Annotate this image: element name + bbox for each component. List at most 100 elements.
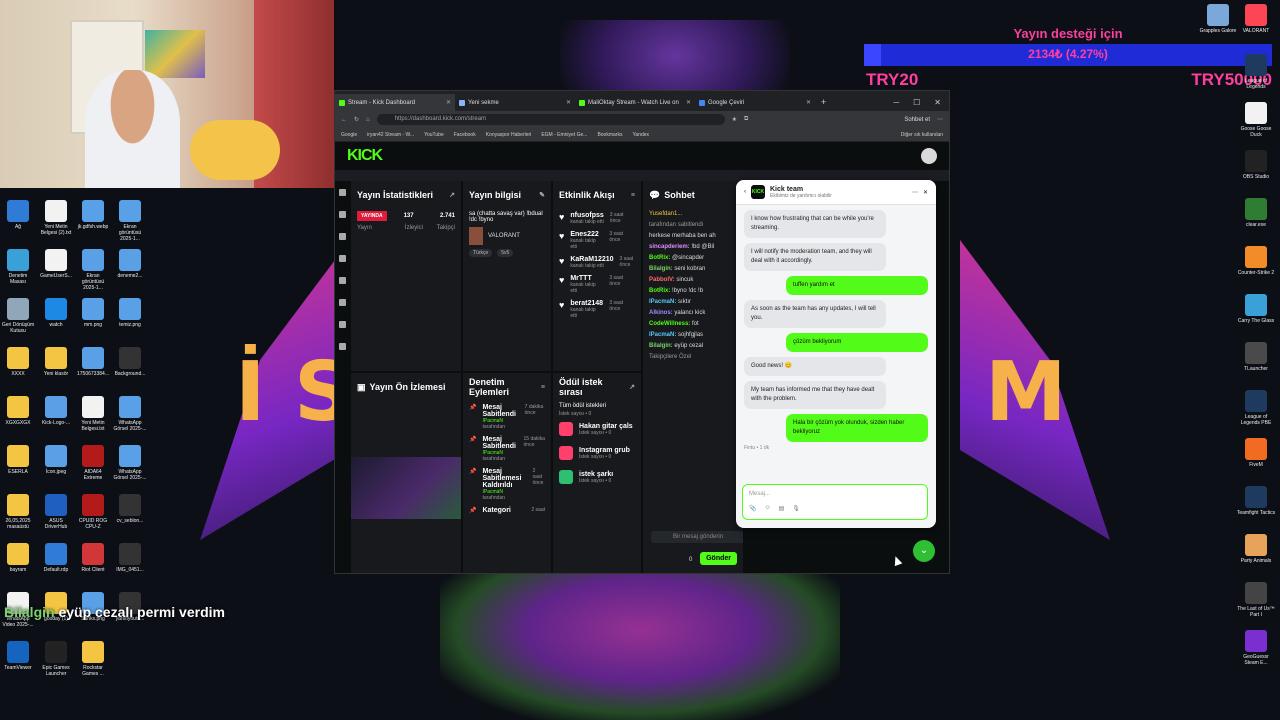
bookmark-item[interactable]: YouTube (424, 132, 444, 138)
desktop-icon[interactable]: XXXX (0, 347, 36, 377)
desktop-icon[interactable]: ESERLA (0, 445, 36, 475)
bookmark-item[interactable]: Google (341, 132, 357, 138)
desktop-icon[interactable]: Ekran görüntüsü 2025-1... (112, 200, 148, 242)
kick-logo[interactable]: KICK (347, 147, 383, 165)
more-icon[interactable]: ⋯ (912, 189, 918, 196)
nav-content-icon[interactable] (338, 277, 346, 284)
tab-malioktay[interactable]: MaliOktay Stream - Watch Live on ✕ (575, 94, 695, 111)
desktop-icon[interactable]: Default.rdp (38, 543, 74, 573)
desktop-icon[interactable]: Rockstar Games ... (75, 641, 111, 677)
desktop-icon[interactable]: Ekran görüntüsü 2025-1... (75, 249, 111, 291)
home-icon[interactable]: ⌂ (366, 117, 370, 123)
chat-username[interactable]: PabboIV: (649, 277, 675, 283)
emoji-icon[interactable]: ☺ (764, 505, 770, 512)
minimize-icon[interactable]: ─ (893, 98, 899, 107)
bookmark-item[interactable]: Bookmarks (597, 132, 622, 138)
bookmark-item[interactable]: EGM - Emniyet Ge... (541, 132, 587, 138)
nav-home-icon[interactable] (338, 189, 346, 196)
desktop-icon[interactable]: GameUserS... (38, 249, 74, 279)
chat-username[interactable]: CodeWillness: (649, 321, 690, 327)
chat-username[interactable]: BotRix: (649, 255, 670, 261)
desktop-icon[interactable]: League of Legends (1236, 54, 1276, 90)
reward-item[interactable]: Hakan gitar çals İstek sayısı • 0 (553, 417, 641, 441)
desktop-icon[interactable]: TLauncher (1236, 342, 1276, 372)
desktop-icon[interactable]: IMG_0451... (112, 543, 148, 573)
chat-username[interactable]: IPacmaN: (649, 299, 676, 305)
bookmark-item[interactable]: Facebook (454, 132, 476, 138)
bookmark-item[interactable]: Konyaspor Haberleri (486, 132, 532, 138)
other-bookmarks[interactable]: Diğer sık kullanılan (901, 132, 943, 138)
desktop-icon[interactable]: Background... (112, 347, 148, 377)
desktop-icon[interactable]: Denetim Masası (0, 249, 36, 285)
desktop-icon[interactable]: Teamfight Tactics (1236, 486, 1276, 516)
menu-icon[interactable]: ⋯ (937, 116, 943, 123)
desktop-icon[interactable]: VALORANT (1236, 4, 1276, 34)
desktop-icon[interactable]: Riot Client (75, 543, 111, 573)
desktop-icon[interactable]: clear.exe (1236, 198, 1276, 228)
desktop-icon[interactable]: Carry The Glass (1236, 294, 1276, 324)
desktop-icon[interactable]: ASUS DriverHub (38, 494, 74, 530)
desktop-icon[interactable]: Goose Goose Duck (1236, 102, 1276, 138)
edit-icon[interactable]: ✎ (539, 191, 545, 199)
bookmark-item[interactable]: iryan42 Stream - W... (367, 132, 414, 138)
gif-icon[interactable]: ▤ (779, 505, 785, 512)
url-field[interactable]: https://dashboard.kick.com/stream (376, 114, 725, 125)
desktop-icon[interactable]: WhatsApp Görsel 2025-... (112, 396, 148, 432)
desktop-icon[interactable]: Ağ (0, 200, 36, 230)
stream-preview-video[interactable] (351, 457, 461, 519)
chat-username[interactable]: Bilalgin: (649, 343, 673, 349)
sohbet-button[interactable]: Sohbet et (904, 117, 930, 123)
support-message-input[interactable]: Mesaj... 📎 ☺ ▤ 🎙 (742, 484, 928, 520)
filter-icon[interactable]: ≡ (541, 384, 545, 391)
filter-icon[interactable]: ≡ (631, 192, 635, 199)
expand-icon[interactable]: ↗ (449, 191, 455, 199)
nav-community-icon[interactable] (338, 255, 346, 262)
desktop-icon[interactable]: Kick-Logo-... (38, 396, 74, 426)
tab-new[interactable]: Yeni sekme ✕ (455, 94, 575, 111)
close-tab-icon[interactable]: ✕ (446, 99, 451, 106)
desktop-icon[interactable]: WhatsApp Görsel 2025-... (112, 445, 148, 481)
desktop-icon[interactable]: temiz.png (112, 298, 148, 328)
extensions-icon[interactable]: ⧉ (744, 116, 748, 123)
close-tab-icon[interactable]: ✕ (806, 99, 811, 106)
reward-item[interactable]: istek şarkı İstek sayısı • 0 (553, 465, 641, 489)
desktop-icon[interactable]: GeoGuessr Steam E... (1236, 630, 1276, 666)
desktop-icon[interactable]: Epic Games Launcher (38, 641, 74, 677)
desktop-icon[interactable]: Counter-Strike 2 (1236, 246, 1276, 276)
bookmark-item[interactable]: Yandex (632, 132, 649, 138)
nav-settings-icon[interactable] (338, 343, 346, 350)
chat-username[interactable]: Alkinos: (649, 310, 673, 316)
desktop-icon[interactable]: 1750673384... (75, 347, 111, 377)
tab-kick-dashboard[interactable]: Stream - Kick Dashboard ✕ (335, 94, 455, 111)
desktop-icon[interactable]: XGXGXGX (0, 396, 36, 426)
desktop-icon[interactable]: AIDA64 Extreme (75, 445, 111, 481)
close-tab-icon[interactable]: ✕ (686, 99, 691, 106)
desktop-icon[interactable]: Geri Dönüşüm Kutusu (0, 298, 36, 334)
desktop-icon[interactable]: The Last of Us™ Part I (1236, 582, 1276, 618)
desktop-icon[interactable]: CPUID ROG CPU-Z (75, 494, 111, 530)
support-launcher-button[interactable]: ⌄ (913, 540, 935, 562)
chat-username[interactable]: BotRix: (649, 288, 670, 294)
close-tab-icon[interactable]: ✕ (566, 99, 571, 106)
desktop-icon[interactable]: Yeni Metin Belgesi.txt (75, 396, 111, 432)
desktop-icon[interactable]: TeamViewer (0, 641, 36, 671)
attach-icon[interactable]: 📎 (749, 505, 756, 512)
desktop-icon[interactable]: cv_seblon... (112, 494, 148, 524)
reward-item[interactable]: Instagram grub İstek sayısı • 0 (553, 441, 641, 465)
nav-tools-icon[interactable] (338, 299, 346, 306)
desktop-icon[interactable]: jk.gdfsh.webp (75, 200, 111, 230)
reload-icon[interactable]: ↻ (354, 116, 359, 123)
back-icon[interactable]: ‹ (744, 189, 746, 195)
desktop-icon[interactable]: watch (38, 298, 74, 328)
back-icon[interactable]: ← (341, 117, 347, 123)
star-icon[interactable]: ★ (732, 116, 737, 123)
chat-username[interactable]: sincapderiem: (649, 244, 690, 250)
send-button[interactable]: Gönder (700, 552, 737, 565)
tab-google-translate[interactable]: Google Çeviri ✕ (695, 94, 815, 111)
nav-users-icon[interactable] (338, 321, 346, 328)
desktop-icon[interactable]: Party Animals (1236, 534, 1276, 564)
maximize-icon[interactable]: ☐ (913, 98, 920, 107)
desktop-icon[interactable]: deneme2... (112, 249, 148, 279)
close-window-icon[interactable]: ✕ (934, 98, 941, 107)
desktop-icon[interactable]: mm.png (75, 298, 111, 328)
